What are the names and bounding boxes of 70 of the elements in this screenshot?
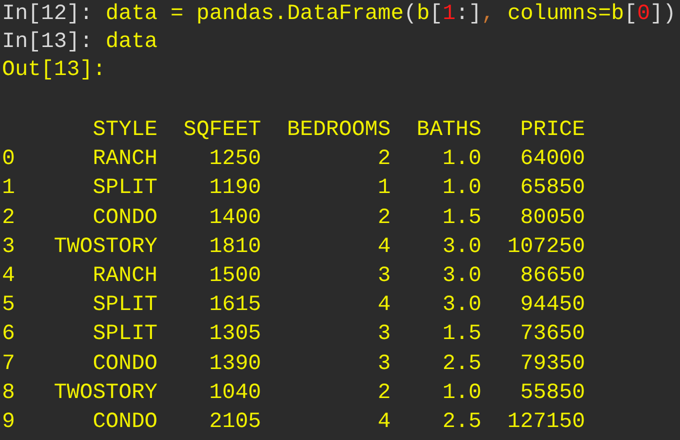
table-cell-text: 1400 bbox=[209, 204, 262, 232]
row-index: 4 bbox=[2, 262, 15, 290]
row-index: 0 bbox=[2, 146, 15, 174]
table-cell-text: 3.0 bbox=[442, 262, 482, 290]
table-cell-text: 1390 bbox=[209, 350, 262, 378]
table-cell-text: CONDO bbox=[92, 204, 158, 232]
table-cell-text: 1.0 bbox=[442, 146, 482, 174]
column-header: PRICE bbox=[520, 117, 586, 144]
row-index: 6 bbox=[2, 321, 15, 348]
table-cell-text: 3.0 bbox=[442, 234, 482, 261]
column-header: BATHS bbox=[416, 117, 482, 144]
table-cell-text: 73650 bbox=[520, 321, 586, 348]
table-cell-text: 1.0 bbox=[442, 175, 482, 202]
table-cell-text: 2 bbox=[378, 204, 391, 232]
table-cell-text: 1.0 bbox=[442, 380, 482, 407]
table-cell-text: 1810 bbox=[209, 234, 262, 261]
column-header: STYLE bbox=[92, 117, 158, 144]
row-index: 7 bbox=[2, 350, 15, 378]
table-cell-text: RANCH bbox=[92, 262, 158, 290]
column-header: SQFEET bbox=[183, 117, 262, 144]
table-cell-text: SPLIT bbox=[92, 175, 158, 202]
table-cell-text: 1190 bbox=[209, 175, 262, 202]
table-cell-text: 1 bbox=[378, 175, 391, 202]
table-cell-text: 94450 bbox=[520, 292, 586, 320]
table-cell-text: 1250 bbox=[209, 146, 262, 174]
table-cell-text: CONDO bbox=[92, 350, 158, 378]
table-cell-text: 55850 bbox=[520, 380, 586, 407]
table-cell-text: TWOSTORY bbox=[54, 234, 158, 261]
table-cell-text: 80050 bbox=[520, 204, 586, 232]
output-prompt: Out[13]: bbox=[2, 57, 106, 84]
table-cell-text: RANCH bbox=[92, 146, 158, 174]
table-cell-text: 3 bbox=[378, 321, 391, 348]
code-line: data = pandas.DataFrame(b[1:], columns=b[0]) bbox=[104, 1, 676, 28]
row-index: 1 bbox=[2, 175, 15, 202]
table-cell-text: SPLIT bbox=[92, 321, 158, 348]
row-index: 2 bbox=[2, 204, 15, 232]
table-cell-text: 1.5 bbox=[442, 321, 482, 348]
row-index: 3 bbox=[2, 234, 15, 261]
table-cell-text: 2.5 bbox=[442, 408, 482, 436]
table-cell-text: 3 bbox=[378, 350, 391, 378]
table-cell-text: 65850 bbox=[520, 175, 586, 202]
table-cell-text: 79350 bbox=[520, 350, 586, 378]
table-cell-text: 127150 bbox=[507, 408, 586, 436]
table-cell-text: 4 bbox=[378, 292, 391, 320]
table-cell-text: 3.0 bbox=[442, 292, 482, 320]
table-cell-text: 1500 bbox=[209, 262, 262, 290]
table-cell-text: 4 bbox=[378, 408, 391, 436]
table-cell-text: TWOSTORY bbox=[54, 380, 158, 407]
table-cell-text: 2.5 bbox=[442, 350, 482, 378]
row-index: 5 bbox=[2, 292, 15, 320]
table-cell-text: CONDO bbox=[92, 408, 158, 436]
table-cell-text: 107250 bbox=[507, 234, 586, 261]
input-prompt: In[13]: bbox=[2, 29, 93, 56]
table-cell-text: 4 bbox=[378, 234, 391, 261]
column-header: BEDROOMS bbox=[287, 117, 391, 144]
table-cell-text: 2105 bbox=[209, 408, 262, 436]
table-cell-text: 2 bbox=[378, 146, 391, 174]
table-cell-text: SPLIT bbox=[92, 292, 158, 320]
table-cell-text: 1305 bbox=[209, 321, 262, 348]
row-index: 8 bbox=[2, 380, 15, 407]
table-cell-text: 1615 bbox=[209, 292, 262, 320]
table-cell-text: 2 bbox=[378, 380, 391, 407]
input-prompt: In[12]: bbox=[2, 1, 93, 28]
table-cell-text: 1.5 bbox=[442, 204, 482, 232]
table-cell-text: 3 bbox=[378, 262, 391, 290]
code-line: data bbox=[104, 29, 158, 56]
row-index: 9 bbox=[2, 408, 15, 436]
table-cell-text: 64000 bbox=[520, 146, 586, 174]
table-cell-text: 86650 bbox=[520, 262, 586, 290]
table-cell-text: 1040 bbox=[209, 380, 262, 407]
